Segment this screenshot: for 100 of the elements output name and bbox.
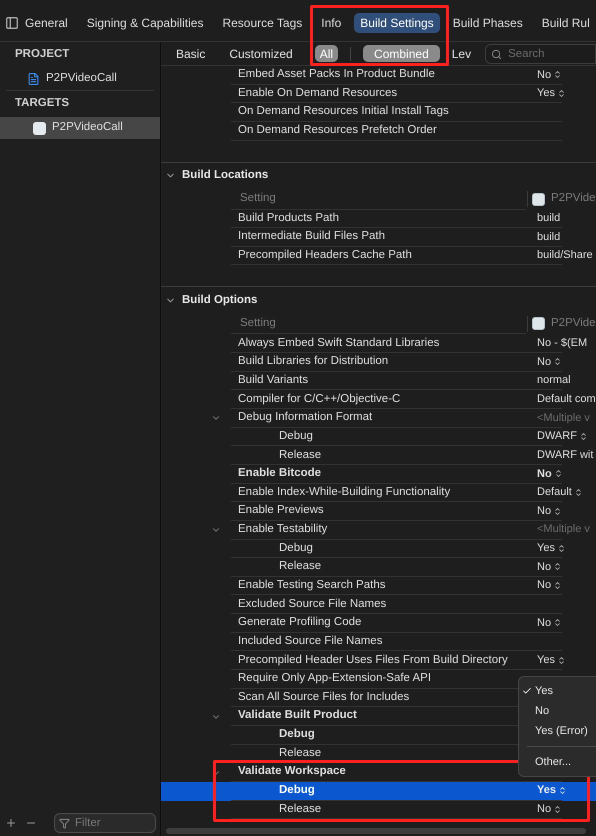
setting-value[interactable]: Yes bbox=[537, 540, 555, 557]
sidebar-toggle-icon[interactable] bbox=[5, 16, 19, 30]
stepper-icon[interactable] bbox=[553, 804, 562, 814]
setting-name: On Demand Resources Prefetch Order bbox=[237, 123, 437, 138]
setting-row[interactable]: Release DWARF wit bbox=[161, 446, 596, 465]
setting-row[interactable]: Build Libraries for Distribution No bbox=[161, 353, 596, 372]
setting-row[interactable]: Precompiled Header Uses Files From Build Directory Yes bbox=[161, 651, 596, 670]
stepper-icon[interactable] bbox=[574, 488, 583, 497]
setting-value[interactable]: build/Share bbox=[537, 247, 593, 264]
tab[interactable]: Build Settings bbox=[354, 13, 440, 33]
sidebar-heading: TARGETS bbox=[15, 96, 70, 112]
project-file-icon bbox=[27, 72, 40, 86]
setting-row[interactable]: Release No bbox=[161, 800, 596, 820]
setting-row[interactable]: Enable Bitcode No bbox=[161, 464, 596, 484]
setting-value[interactable]: No bbox=[537, 801, 552, 818]
setting-value[interactable]: build bbox=[537, 228, 560, 246]
setting-row[interactable]: Always Embed Swift Standard Libraries No - $(EM bbox=[161, 334, 596, 354]
stepper-icon[interactable] bbox=[558, 786, 567, 796]
setting-name: Enable Bitcode bbox=[237, 466, 322, 482]
setting-name: Release bbox=[278, 746, 322, 761]
setting-row[interactable]: Enable Index-While-Building Functionality Default bbox=[161, 484, 596, 502]
setting-value[interactable]: No bbox=[537, 466, 552, 482]
search-field[interactable]: Search bbox=[485, 44, 596, 64]
stepper-icon[interactable] bbox=[553, 506, 562, 516]
setting-row[interactable]: Debug Yes bbox=[161, 540, 596, 558]
setting-row[interactable]: Enable Testability <Multiple v bbox=[161, 520, 596, 540]
stepper-icon[interactable] bbox=[553, 618, 562, 628]
setting-value[interactable]: Yes bbox=[537, 652, 555, 668]
stepper-icon[interactable] bbox=[553, 562, 562, 572]
setting-row[interactable]: Release No bbox=[161, 558, 596, 577]
setting-name: Require Only App-Extension-Safe API bbox=[237, 671, 432, 686]
setting-row[interactable]: Enable Previews No bbox=[161, 502, 596, 521]
setting-value[interactable]: DWARF wit bbox=[537, 446, 594, 464]
tab[interactable]: Info bbox=[315, 13, 348, 33]
setting-row[interactable]: Enable On Demand Resources Yes bbox=[161, 84, 596, 104]
setting-row[interactable]: Debug Information Format <Multiple v bbox=[161, 409, 596, 428]
column-header: P2PVide bbox=[551, 316, 596, 332]
sidebar-item[interactable]: P2PVideoCall bbox=[0, 68, 160, 90]
filter-icon bbox=[59, 818, 70, 829]
stepper-icon[interactable] bbox=[553, 581, 562, 590]
setting-row[interactable]: Intermediate Build Files Path build bbox=[161, 228, 596, 247]
setting-name: Embed Asset Packs In Product Bundle bbox=[237, 67, 435, 82]
setting-value[interactable]: No - $(EM bbox=[537, 335, 588, 352]
sidebar-item[interactable]: P2PVideoCall bbox=[0, 117, 160, 139]
setting-value[interactable]: No bbox=[537, 66, 552, 84]
setting-name: Scan All Source Files for Includes bbox=[237, 690, 410, 705]
setting-name: Validate Workspace bbox=[237, 764, 346, 780]
tab[interactable]: Build Phases bbox=[446, 13, 529, 33]
setting-value[interactable]: No bbox=[537, 614, 552, 632]
menu-item[interactable]: Yes (Error) bbox=[519, 721, 596, 741]
setting-row[interactable]: Included Source File Names bbox=[161, 632, 596, 652]
menu-item[interactable]: Other... bbox=[519, 752, 596, 772]
filter-button[interactable]: Lev bbox=[450, 45, 474, 62]
filter-button[interactable]: Customized bbox=[227, 45, 295, 62]
column-header: P2PVide bbox=[551, 191, 596, 206]
setting-row[interactable]: Build Variants normal bbox=[161, 372, 596, 390]
setting-row[interactable]: Debug DWARF bbox=[161, 428, 596, 446]
menu-item[interactable]: No bbox=[519, 701, 596, 721]
setting-name: Debug bbox=[278, 727, 315, 742]
setting-value[interactable]: No bbox=[537, 502, 552, 520]
tab[interactable]: Resource Tags bbox=[216, 13, 308, 33]
setting-value[interactable]: No bbox=[537, 577, 552, 594]
setting-row[interactable]: Enable Testing Search Paths No bbox=[161, 576, 596, 596]
setting-name: Enable Previews bbox=[237, 503, 324, 518]
add-icon[interactable] bbox=[5, 817, 17, 829]
setting-row[interactable]: Embed Asset Packs In Product Bundle No bbox=[161, 66, 596, 85]
setting-row[interactable]: On Demand Resources Prefetch Order bbox=[161, 122, 596, 141]
setting-value[interactable]: Default bbox=[537, 484, 572, 501]
menu-item[interactable]: Yes bbox=[519, 681, 596, 701]
setting-value[interactable]: No bbox=[537, 354, 552, 370]
setting-value[interactable]: Yes bbox=[537, 85, 555, 102]
setting-value[interactable]: DWARF bbox=[537, 428, 577, 445]
stepper-icon[interactable] bbox=[553, 357, 562, 366]
stepper-icon[interactable] bbox=[556, 544, 566, 553]
tab[interactable]: General bbox=[19, 13, 74, 33]
setting-value[interactable]: No bbox=[537, 558, 552, 576]
stepper-icon[interactable] bbox=[578, 432, 588, 441]
setting-row[interactable]: Excluded Source File Names bbox=[161, 595, 596, 614]
filter-field[interactable]: Filter bbox=[54, 813, 156, 833]
stepper-icon[interactable] bbox=[554, 469, 563, 478]
setting-row[interactable]: Debug Yes bbox=[161, 782, 596, 800]
stepper-icon[interactable] bbox=[556, 88, 566, 98]
setting-value[interactable]: Default com bbox=[537, 390, 596, 408]
setting-value[interactable]: normal bbox=[537, 372, 571, 389]
horizontal-scrollbar[interactable] bbox=[166, 828, 586, 834]
stepper-icon[interactable] bbox=[556, 656, 566, 665]
setting-value[interactable]: Yes bbox=[537, 782, 556, 799]
stepper-icon[interactable] bbox=[553, 70, 562, 80]
setting-row[interactable]: Compiler for C/C++/Objective-C Default com bbox=[161, 390, 596, 410]
tab[interactable]: Build Rul bbox=[536, 13, 596, 33]
tab[interactable]: Signing & Capabilities bbox=[80, 13, 210, 33]
section-title: Build Options bbox=[182, 292, 258, 308]
setting-row[interactable]: Precompiled Headers Cache Path build/Share bbox=[161, 246, 596, 266]
setting-value[interactable]: build bbox=[537, 210, 560, 227]
setting-name: Included Source File Names bbox=[237, 634, 382, 649]
filter-button[interactable]: Basic bbox=[174, 45, 208, 62]
setting-name: Release bbox=[278, 448, 322, 463]
setting-row[interactable]: On Demand Resources Initial Install Tags bbox=[161, 103, 596, 122]
setting-row[interactable]: Generate Profiling Code No bbox=[161, 614, 596, 633]
setting-row[interactable]: Build Products Path build bbox=[161, 210, 596, 228]
